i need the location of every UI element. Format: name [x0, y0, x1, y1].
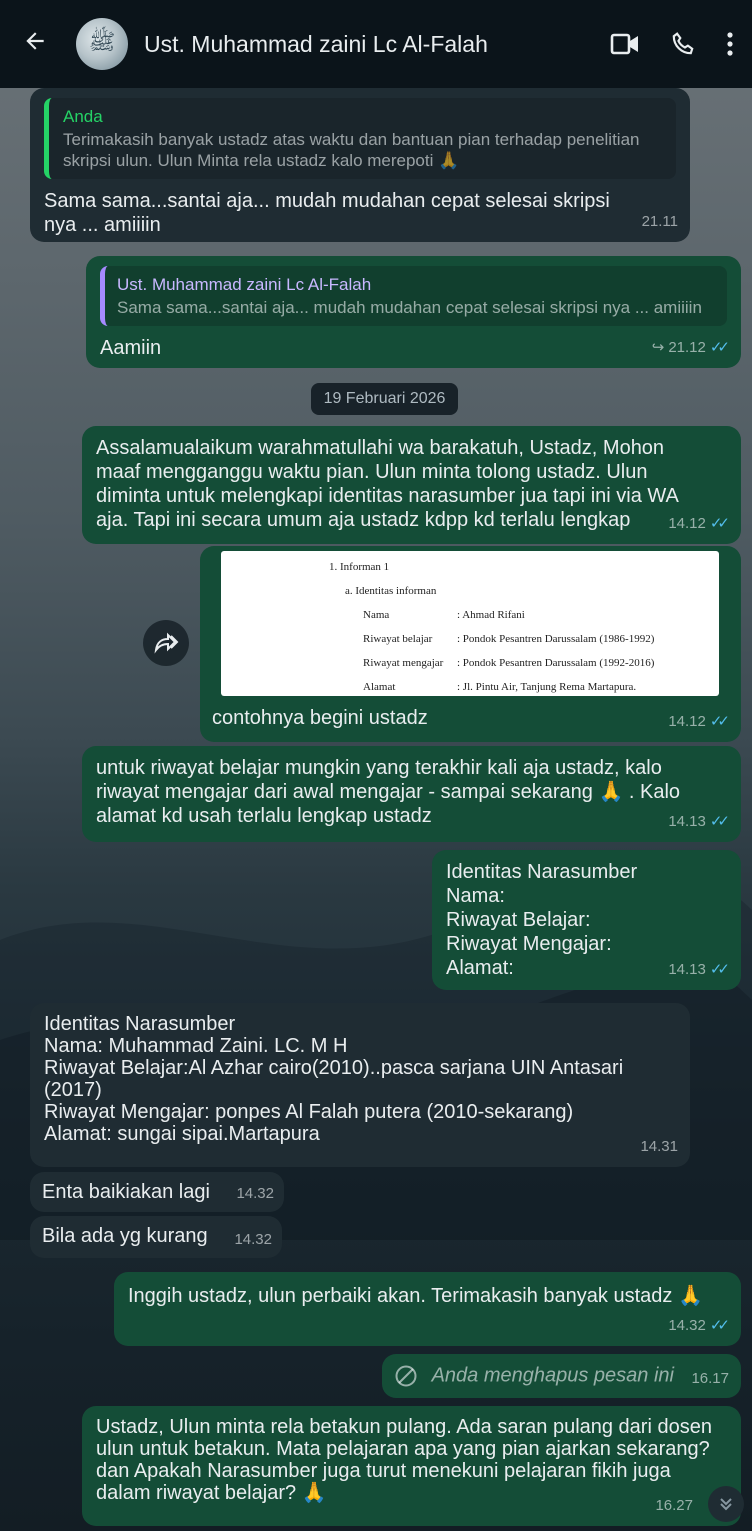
message-incoming[interactable]: Enta baikiakan lagi 14.32: [30, 1172, 284, 1212]
forwarded-icon: ↪: [651, 339, 665, 356]
doc-line: 1. Informan 1: [329, 561, 390, 573]
read-ticks-icon: ✓✓: [709, 713, 730, 730]
doc-line: Alamat: [363, 681, 396, 693]
message-text: Aamiin: [100, 337, 162, 359]
doc-line: : Jl. Pintu Air, Tanjung Rema Martapura.: [457, 681, 637, 693]
forward-button[interactable]: [143, 620, 189, 666]
video-call-icon[interactable]: [610, 32, 640, 56]
quoted-message[interactable]: Anda Terimakasih banyak ustadz atas wakt…: [44, 98, 676, 179]
read-ticks-icon: ✓✓: [709, 1317, 730, 1334]
message-text: untuk riwayat belajar mungkin yang terak…: [96, 757, 681, 827]
doc-line: Riwayat belajar: [363, 633, 433, 645]
message-time: 14.32: [236, 1185, 274, 1202]
message-text: Assalamualaikum warahmatullahi wa baraka…: [96, 437, 678, 531]
message-outgoing[interactable]: Ust. Muhammad zaini Lc Al-Falah Sama sam…: [86, 256, 741, 368]
message-time: 14.32: [668, 1317, 706, 1334]
doc-line: : Ahmad Rifani: [457, 609, 525, 621]
message-time: 14.12: [668, 515, 706, 532]
message-time: 14.31: [640, 1138, 678, 1155]
message-text: Bila ada yg kurang: [42, 1225, 208, 1247]
blocked-icon: [395, 1365, 417, 1387]
message-time: 16.17: [691, 1370, 729, 1387]
message-time: 14.12: [668, 713, 706, 730]
message-outgoing[interactable]: Assalamualaikum warahmatullahi wa baraka…: [82, 426, 741, 544]
read-ticks-icon: ✓✓: [709, 339, 730, 356]
doc-line: Riwayat mengajar: [363, 657, 444, 669]
message-time: 14.13: [668, 813, 706, 830]
chat-header: ﷺ Ust. Muhammad zaini Lc Al-Falah: [0, 0, 752, 88]
doc-line: : Pondok Pesantren Darussalam (1992-2016…: [457, 657, 655, 669]
message-text: Ustadz, Ulun minta rela betakun pulang. …: [96, 1416, 712, 1504]
message-meta: 16.27: [655, 1494, 693, 1518]
quoted-message[interactable]: Ust. Muhammad zaini Lc Al-Falah Sama sam…: [100, 266, 727, 326]
message-text: Inggih ustadz, ulun perbaiki akan. Terim…: [128, 1285, 703, 1307]
message-meta: ↪ 21.12 ✓✓: [651, 336, 730, 360]
message-incoming[interactable]: Bila ada yg kurang 14.32: [30, 1216, 282, 1258]
more-options-icon[interactable]: [726, 31, 734, 57]
message-incoming[interactable]: Anda Terimakasih banyak ustadz atas wakt…: [30, 88, 690, 242]
message-text: Enta baikiakan lagi: [42, 1181, 210, 1203]
document-image[interactable]: 1. Informan 1 a. Identitas informan Nama…: [221, 551, 719, 696]
message-meta: 14.12 ✓✓: [668, 512, 730, 536]
date-divider: 19 Februari 2026: [311, 383, 458, 415]
message-text: Anda menghapus pesan ini: [431, 1364, 674, 1387]
contact-name[interactable]: Ust. Muhammad zaini Lc Al-Falah: [144, 31, 610, 58]
message-meta: 21.11: [642, 210, 678, 234]
read-ticks-icon: ✓✓: [709, 961, 730, 978]
message-meta: 16.17: [691, 1367, 729, 1391]
message-text: Sama sama...santai aja... mudah mudahan …: [44, 190, 610, 236]
read-ticks-icon: ✓✓: [709, 813, 730, 830]
read-ticks-icon: ✓✓: [709, 515, 730, 532]
message-meta: 14.32: [236, 1182, 274, 1206]
message-outgoing[interactable]: Identitas Narasumber Nama: Riwayat Belaj…: [432, 850, 741, 990]
quote-text: Terimakasih banyak ustadz atas waktu dan…: [63, 130, 640, 170]
message-meta: 14.32 ✓✓: [668, 1314, 730, 1338]
quote-author: Anda: [63, 107, 103, 126]
message-outgoing[interactable]: Ustadz, Ulun minta rela betakun pulang. …: [82, 1406, 741, 1526]
message-meta: 14.32: [234, 1228, 272, 1252]
message-deleted[interactable]: Anda menghapus pesan ini 16.17: [382, 1354, 741, 1398]
contact-avatar[interactable]: ﷺ: [76, 18, 128, 70]
avatar-calligraphy: ﷺ: [88, 30, 116, 55]
image-caption: contohnya begini ustadz: [212, 707, 428, 729]
message-meta: 14.12 ✓✓: [668, 710, 730, 734]
message-incoming[interactable]: Identitas Narasumber Nama: Muhammad Zain…: [30, 1003, 690, 1167]
doc-line: a. Identitas informan: [345, 585, 437, 597]
message-meta: 14.13 ✓✓: [668, 810, 730, 834]
quote-author: Ust. Muhammad zaini Lc Al-Falah: [117, 275, 372, 294]
message-time: 14.13: [668, 961, 706, 978]
message-time: 21.11: [641, 213, 678, 230]
message-meta: 14.13 ✓✓: [668, 958, 730, 982]
voice-call-icon[interactable]: [670, 31, 696, 57]
doc-line: : Pondok Pesantren Darussalam (1986-1992…: [457, 633, 655, 645]
message-time: 21.12: [668, 339, 706, 356]
message-time: 14.32: [234, 1231, 272, 1248]
scroll-down-icon[interactable]: [708, 1486, 744, 1522]
message-outgoing[interactable]: Inggih ustadz, ulun perbaiki akan. Terim…: [114, 1272, 741, 1346]
doc-line: Nama: [363, 609, 390, 621]
quote-text: Sama sama...santai aja... mudah mudahan …: [117, 298, 702, 317]
message-meta: 14.31: [640, 1135, 678, 1159]
message-text: Identitas Narasumber Nama: Muhammad Zain…: [44, 1013, 624, 1145]
back-arrow-icon[interactable]: [22, 28, 54, 60]
message-time: 16.27: [655, 1497, 693, 1514]
message-outgoing[interactable]: untuk riwayat belajar mungkin yang terak…: [82, 746, 741, 842]
